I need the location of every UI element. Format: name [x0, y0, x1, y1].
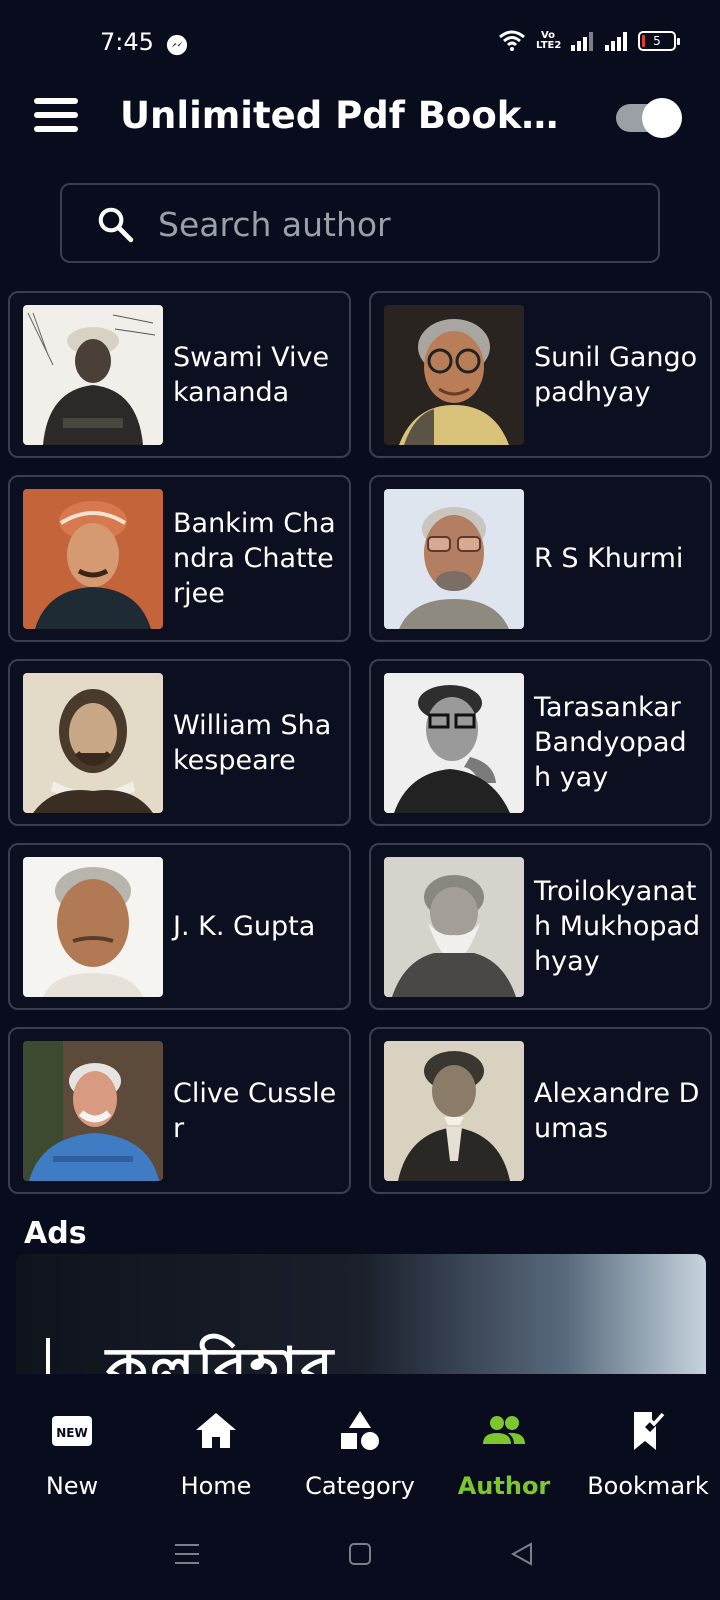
back-icon[interactable] — [510, 1542, 534, 1566]
home-icon — [196, 1413, 236, 1448]
wifi-icon — [499, 30, 525, 51]
messenger-icon — [166, 34, 188, 56]
author-card[interactable]: Clive Cussler — [8, 1027, 351, 1194]
author-name: Tarasankar Bandyopadh yay — [534, 692, 687, 793]
nav-label: New — [45, 1472, 99, 1500]
ads-label: Ads — [24, 1216, 87, 1251]
author-name: Swami Vivekananda — [173, 341, 330, 408]
nav-item-home[interactable]: Home — [144, 1374, 288, 1514]
nav-item-new[interactable]: NEW New — [0, 1374, 144, 1514]
volte-label: Vo LTE2 — [536, 30, 562, 51]
nav-label: Category — [305, 1472, 415, 1500]
search-input[interactable] — [158, 199, 638, 249]
search-box[interactable] — [60, 183, 660, 263]
author-grid: Swami Vivekananda Sunil Gango padhyay Ba… — [8, 291, 712, 1194]
svg-text:NEW: NEW — [56, 1426, 87, 1440]
theme-toggle[interactable] — [616, 98, 682, 138]
signal-icon-2 — [605, 32, 627, 51]
author-card[interactable]: Alexandre Dumas — [369, 1027, 712, 1194]
author-card[interactable]: Swami Vivekananda — [8, 291, 351, 458]
author-name: Bankim Chandra Chatterjee — [173, 508, 336, 609]
author-photo — [384, 1041, 524, 1181]
ad-divider — [46, 1338, 50, 1374]
author-card[interactable]: Troilokyanat h Mukhopad hyay — [369, 843, 712, 1010]
author-name: Alexandre Dumas — [534, 1077, 700, 1144]
status-time: 7:45 — [100, 28, 154, 56]
nav-label: Author — [457, 1472, 551, 1500]
bottom-nav: NEW New Home Category Author Bookmark — [0, 1374, 720, 1514]
author-photo — [23, 673, 163, 813]
author-photo — [23, 1041, 163, 1181]
search-icon — [98, 207, 134, 243]
author-card[interactable]: Tarasankar Bandyopadh yay — [369, 659, 712, 826]
nav-label: Home — [180, 1472, 252, 1500]
ad-banner[interactable]: কলবিহার — [16, 1254, 706, 1374]
app-bar: Unlimited Pdf Book Ho... — [0, 90, 720, 190]
author-card[interactable]: Sunil Gango padhyay — [369, 291, 712, 458]
author-photo — [384, 673, 524, 813]
author-card[interactable]: Bankim Chandra Chatterjee — [8, 475, 351, 642]
nav-label: Bookmark — [587, 1472, 709, 1500]
bookmark-check-icon — [634, 1412, 665, 1450]
recent-apps-icon[interactable] — [174, 1542, 200, 1566]
author-name: Clive Cussler — [173, 1077, 337, 1144]
menu-icon[interactable] — [34, 98, 78, 138]
author-photo — [384, 489, 524, 629]
author-photo — [23, 489, 163, 629]
author-photo — [23, 305, 163, 445]
author-card[interactable]: William Shakespeare — [8, 659, 351, 826]
author-name: Troilokyanat h Mukhopad hyay — [534, 876, 701, 977]
app-title: Unlimited Pdf Book Ho... — [120, 94, 570, 137]
home-button-icon[interactable] — [348, 1542, 372, 1566]
author-photo — [384, 857, 524, 997]
author-card[interactable]: R S Khurmi — [369, 475, 712, 642]
status-bar: 7:45 Vo LTE2 5 — [0, 0, 720, 90]
battery-icon: 5 — [638, 31, 680, 51]
status-icons: Vo LTE2 5 — [498, 30, 680, 52]
author-photo — [23, 857, 163, 997]
author-name: William Shakespeare — [173, 709, 332, 776]
author-name: J. K. Gupta — [173, 911, 316, 942]
new-badge-icon: NEW — [52, 1416, 92, 1446]
people-icon — [483, 1416, 525, 1444]
author-name: R S Khurmi — [534, 543, 684, 574]
battery-level: 5 — [653, 34, 661, 48]
nav-item-bookmark[interactable]: Bookmark — [576, 1374, 720, 1514]
author-name: Sunil Gango padhyay — [534, 341, 698, 408]
category-shapes-icon — [341, 1411, 379, 1450]
nav-item-category[interactable]: Category — [288, 1374, 432, 1514]
ad-banner-text: কলবিহার — [106, 1335, 336, 1374]
system-nav-bar — [0, 1514, 720, 1600]
author-photo — [384, 305, 524, 445]
nav-item-author[interactable]: Author — [432, 1374, 576, 1514]
signal-icon — [571, 32, 593, 51]
author-card[interactable]: J. K. Gupta — [8, 843, 351, 1010]
